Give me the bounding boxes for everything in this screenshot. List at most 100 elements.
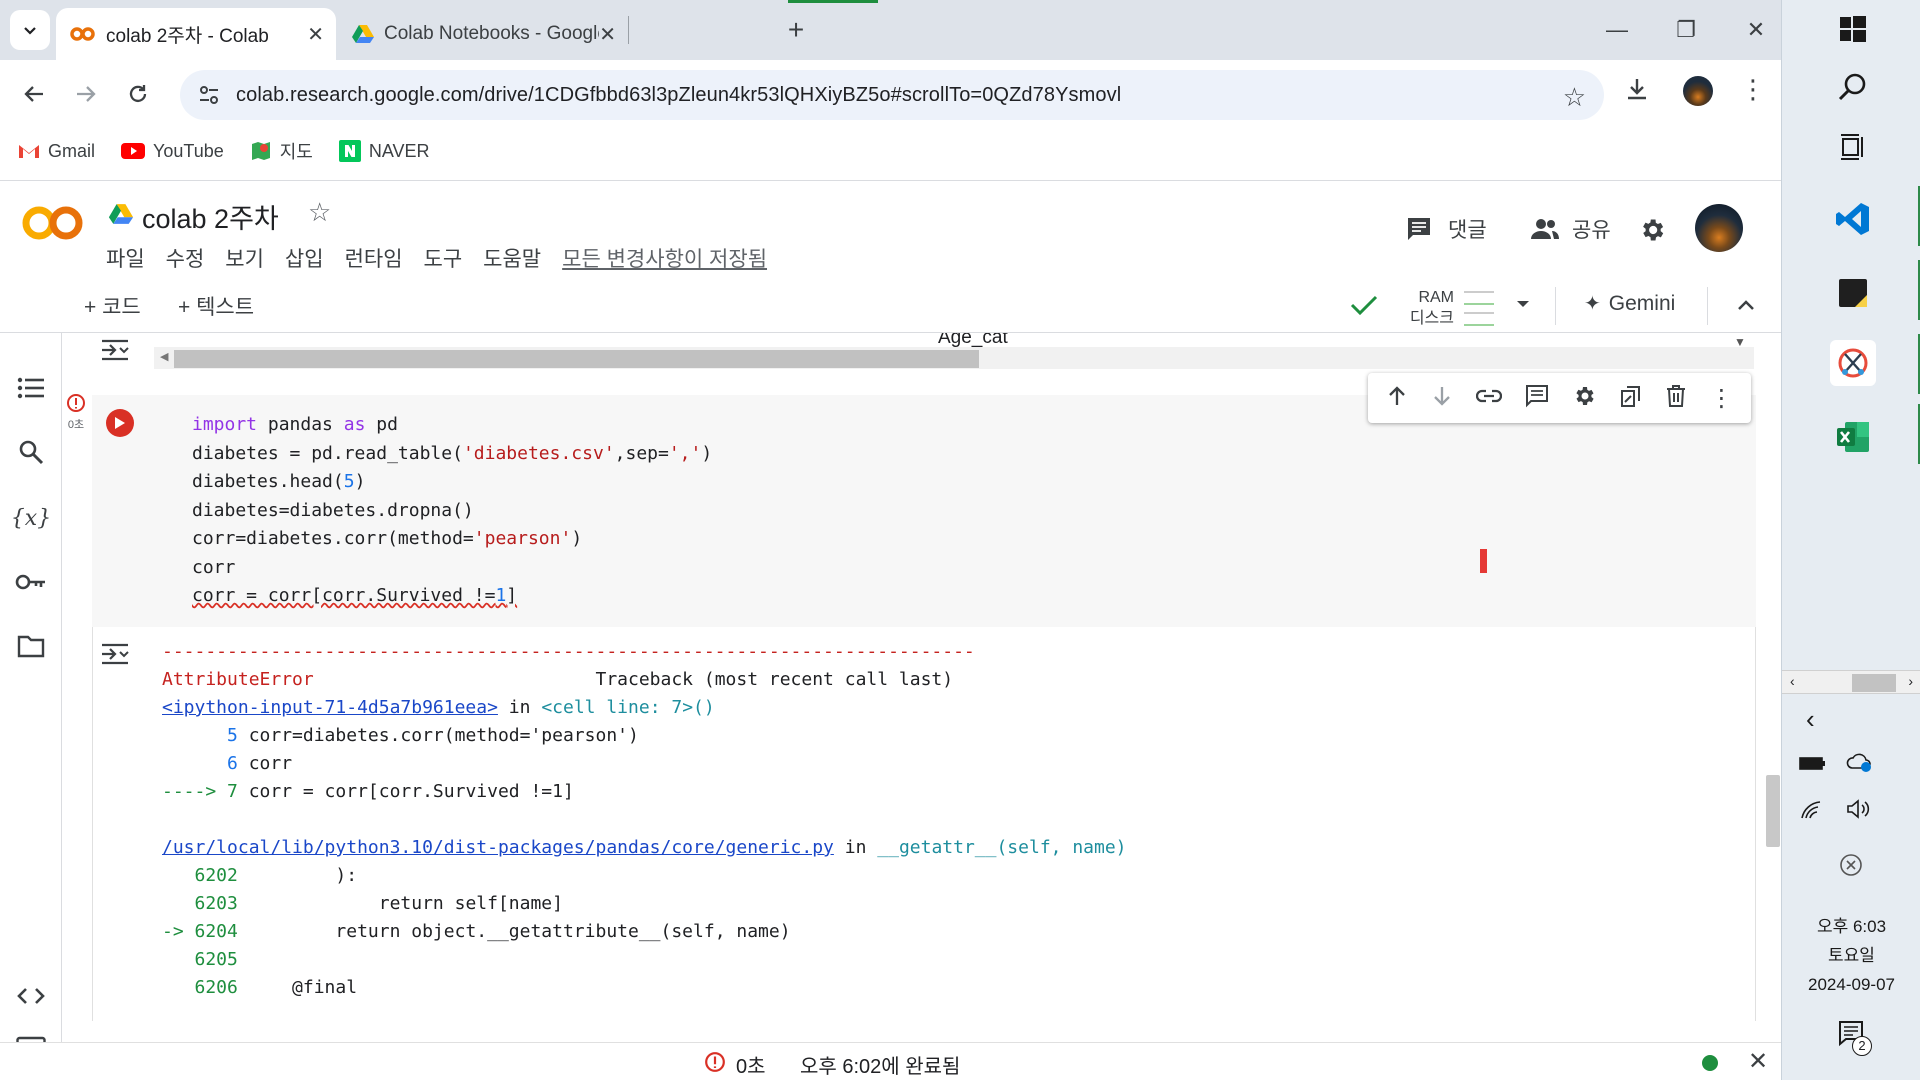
resource-monitor[interactable]: RAM 디스크	[1394, 287, 1494, 329]
volume-icon[interactable]	[1846, 798, 1870, 825]
chevron-down-icon[interactable]	[1514, 295, 1532, 318]
table-of-contents-icon[interactable]	[14, 371, 48, 405]
clock[interactable]: 오후 6:03 토요일 2024-09-07	[1782, 912, 1920, 999]
vscode-icon[interactable]	[1832, 198, 1874, 240]
profile-avatar[interactable]	[1683, 76, 1713, 106]
bookmark-label: NAVER	[368, 140, 430, 161]
bookmarks-bar: Gmail YouTube 지도 NAVER	[0, 128, 1781, 174]
kebab-menu-icon[interactable]: ⋮	[1740, 76, 1766, 102]
code-cell[interactable]: import pandas as pd diabetes = pd.read_ta…	[92, 395, 1756, 627]
close-icon[interactable]: ✕	[1748, 1047, 1768, 1076]
site-info-icon[interactable]	[198, 84, 220, 111]
connection-dot	[1702, 1055, 1718, 1071]
variables-icon[interactable]: {𝑥}	[11, 501, 51, 535]
tray-collapse-icon[interactable]: ‹	[1806, 704, 1815, 735]
menu-insert[interactable]: 삽입	[285, 243, 324, 273]
code-editor[interactable]: import pandas as pd diabetes = pd.read_ta…	[192, 411, 712, 611]
delete-icon[interactable]	[1666, 384, 1686, 412]
ram-label: RAM	[1418, 289, 1454, 306]
more-vert-icon[interactable]: ⋮	[1709, 384, 1733, 413]
mirror-cell-icon[interactable]	[1619, 384, 1643, 413]
notification-icon[interactable]: 2	[1838, 1020, 1872, 1059]
comment-icon[interactable]	[1525, 384, 1549, 413]
tab-search-button[interactable]	[10, 10, 50, 50]
bookmark-star-icon[interactable]: ☆	[1563, 82, 1586, 113]
address-bar[interactable]: colab.research.google.com/drive/1CDGfbbd…	[180, 70, 1604, 120]
line-code: corr=diabetes.corr(method='pearson')	[248, 725, 639, 746]
close-window-button[interactable]: ✕	[1736, 12, 1776, 48]
scroll-right-icon[interactable]: ›	[1908, 673, 1913, 689]
colab-logo[interactable]	[20, 203, 86, 248]
folder-icon[interactable]	[14, 629, 48, 663]
gemini-button[interactable]: ✦ Gemini	[1584, 291, 1675, 316]
bookmark-naver[interactable]: NAVER	[338, 140, 430, 162]
bookmark-maps[interactable]: 지도	[250, 138, 313, 164]
menu-help[interactable]: 도움말	[483, 243, 541, 273]
output-toggle-icon[interactable]	[100, 337, 130, 368]
windows-start-icon[interactable]	[1832, 8, 1874, 50]
menu-edit[interactable]: 수정	[166, 243, 205, 273]
minimize-button[interactable]: —	[1597, 12, 1637, 48]
restore-button[interactable]: ❐	[1666, 12, 1706, 48]
tab-colab[interactable]: colab 2주차 - Colab ✕	[56, 8, 336, 60]
traceback-line: ----> 7 corr = corr[corr.Survived !=1]	[162, 778, 1127, 806]
gear-icon[interactable]	[1572, 384, 1596, 413]
run-cell-button[interactable]	[106, 409, 134, 437]
scroll-left-arrow-icon[interactable]: ◀	[160, 350, 168, 363]
onedrive-icon[interactable]	[1846, 752, 1874, 779]
new-tab-button[interactable]: +	[776, 12, 816, 48]
saved-status[interactable]: 모든 변경사항이 저장됨	[562, 243, 767, 273]
traceback-title: Traceback (most recent call last)	[595, 669, 954, 690]
disk-label: 디스크	[1409, 310, 1454, 327]
back-button[interactable]	[14, 74, 54, 114]
battery-icon[interactable]	[1798, 754, 1826, 777]
code-line: corr = corr[corr.Survived !=1]	[192, 585, 518, 606]
menu-file[interactable]: 파일	[106, 243, 145, 273]
arrow-down-icon[interactable]	[1431, 385, 1453, 412]
notebook-title[interactable]: colab 2주차	[142, 197, 279, 236]
bookmark-youtube[interactable]: YouTube	[121, 141, 224, 162]
key-icon[interactable]	[14, 565, 48, 599]
menu-runtime[interactable]: 런타임	[345, 243, 403, 273]
search-icon[interactable]	[1832, 66, 1874, 108]
error-icon	[704, 1051, 726, 1079]
menu-view[interactable]: 보기	[225, 243, 264, 273]
search-icon[interactable]	[14, 435, 48, 469]
tab-title: colab 2주차 - Colab	[106, 25, 269, 47]
link-icon[interactable]	[1475, 388, 1502, 409]
star-icon[interactable]: ☆	[308, 197, 331, 228]
file-link[interactable]: /usr/local/lib/python3.10/dist-packages/…	[162, 837, 834, 858]
reload-button[interactable]	[118, 74, 158, 114]
tab-drive[interactable]: Colab Notebooks - Google Dr ✕	[338, 8, 628, 60]
taskbar-scrollbar[interactable]: ‹ ›	[1782, 670, 1920, 694]
chevron-up-icon[interactable]	[1736, 295, 1756, 320]
download-icon[interactable]	[1624, 76, 1650, 107]
add-text-button[interactable]: + 텍스트	[178, 291, 254, 321]
comment-button[interactable]: 댓글	[1406, 214, 1487, 244]
code-snippets-icon[interactable]	[14, 979, 48, 1013]
close-icon[interactable]: ✕	[307, 22, 324, 47]
line-code: ):	[248, 865, 358, 886]
avatar[interactable]	[1695, 204, 1743, 252]
add-code-button[interactable]: + 코드	[84, 291, 141, 321]
forward-button[interactable]	[66, 74, 106, 114]
bookmark-gmail[interactable]: Gmail	[18, 141, 95, 162]
settings-icon[interactable]	[1638, 216, 1666, 249]
excel-icon[interactable]	[1832, 416, 1874, 458]
input-link[interactable]: <ipython-input-71-4d5a7b961eea>	[162, 697, 498, 718]
scroll-left-icon[interactable]: ‹	[1790, 673, 1795, 689]
arrow-up-icon[interactable]	[1386, 385, 1408, 412]
traceback-location: /usr/local/lib/python3.10/dist-packages/…	[162, 834, 1127, 862]
wifi-icon[interactable]	[1800, 800, 1824, 825]
vertical-scrollbar[interactable]	[1766, 775, 1780, 847]
scrollbar-thumb[interactable]	[174, 350, 979, 368]
share-button[interactable]: 공유	[1530, 214, 1611, 244]
snipping-tool-icon[interactable]	[1830, 340, 1876, 386]
menu-tools[interactable]: 도구	[424, 243, 463, 273]
close-icon[interactable]: ✕	[599, 22, 616, 47]
task-view-icon[interactable]	[1832, 126, 1874, 168]
left-sidebar: {𝑥}	[0, 333, 62, 1080]
sticky-notes-icon[interactable]	[1832, 272, 1874, 314]
horizontal-scrollbar[interactable]: ◀	[154, 347, 1754, 369]
dismiss-icon[interactable]	[1838, 852, 1864, 883]
